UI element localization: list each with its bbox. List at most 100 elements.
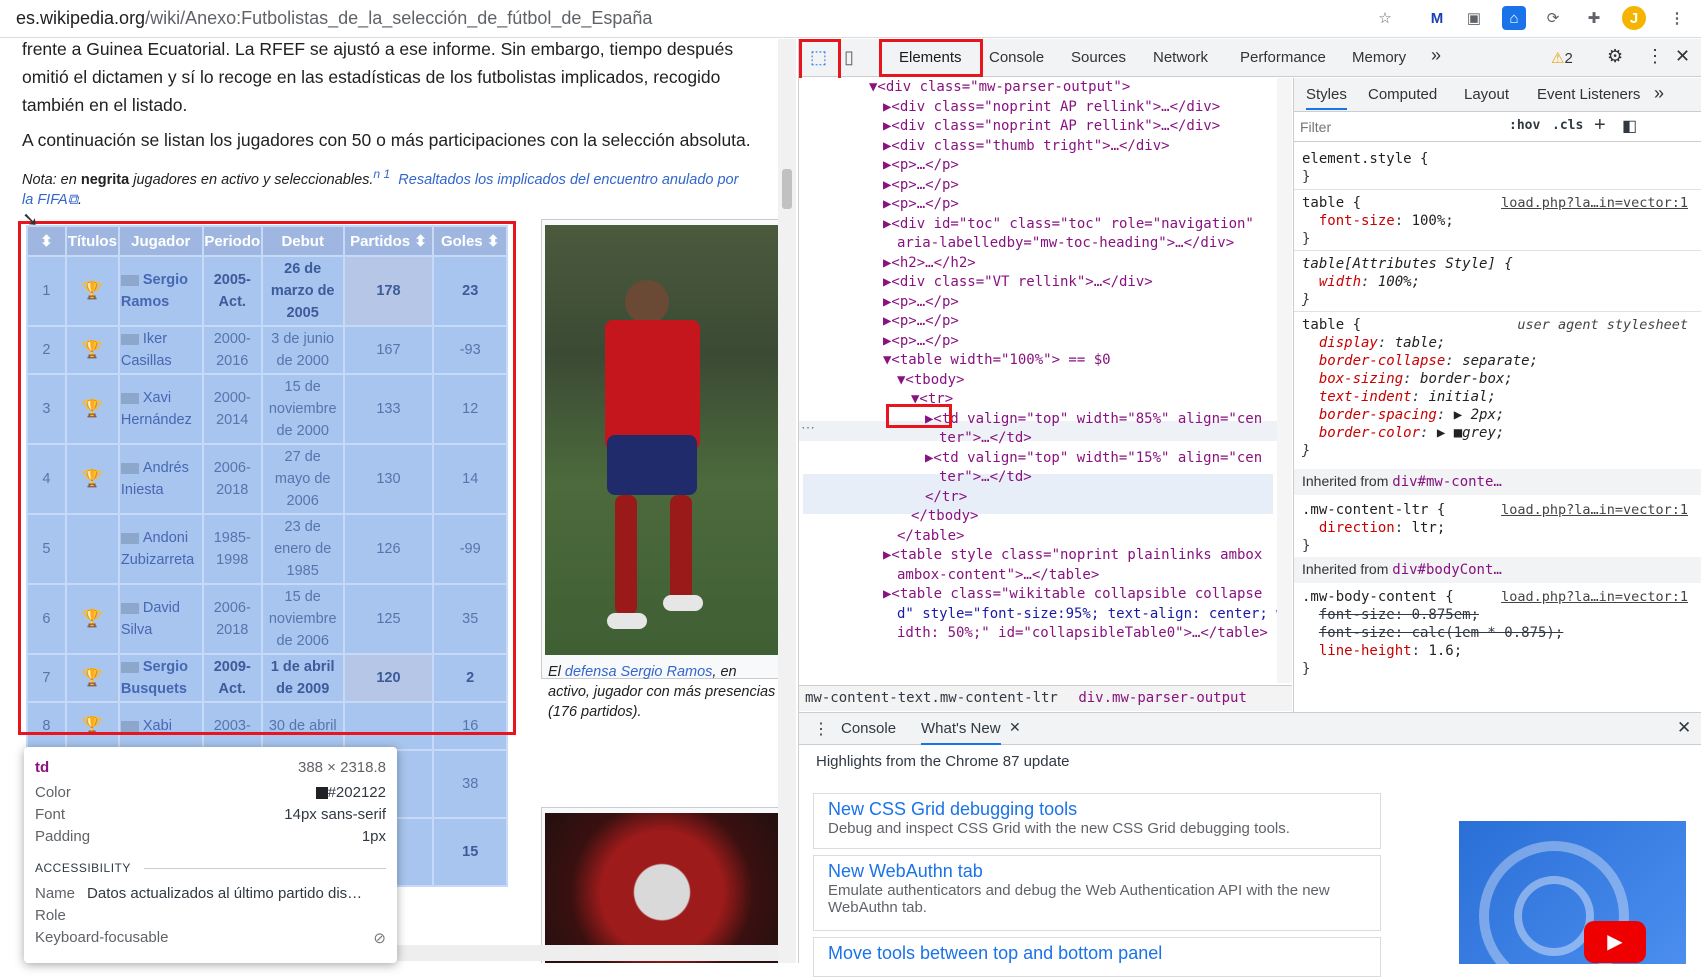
prop-value[interactable]: 100%;	[1412, 213, 1454, 229]
player-link[interactable]: Zubizarreta	[121, 552, 194, 568]
tab-performance[interactable]: Performance	[1240, 49, 1326, 66]
extensions-puzzle-icon[interactable]: ✚	[1582, 6, 1606, 30]
news-card[interactable]: New WebAuthn tab Emulate authenticators a…	[813, 855, 1381, 931]
styles-filter-input[interactable]	[1300, 116, 1500, 138]
play-icon[interactable]: ▶	[1584, 921, 1646, 963]
toggle-sidebar-icon[interactable]: ◧	[1622, 116, 1637, 136]
trophy-photo[interactable]	[545, 813, 778, 963]
dom-node-line[interactable]: ▼<table width="100%"> == $0	[883, 350, 1111, 370]
caption-link[interactable]: defensa Sergio Ramos	[565, 664, 713, 680]
dom-node-line[interactable]: ▶<p>…</p>	[883, 175, 959, 195]
dom-node-line[interactable]: ▼<div class="mw-parser-output">	[869, 78, 1130, 97]
drawer-tab-console[interactable]: Console	[841, 720, 896, 737]
address-bar[interactable]: es.wikipedia.org/wiki/Anexo:Futbolistas_…	[16, 8, 652, 29]
news-card[interactable]: Move tools between top and bottom panel	[813, 937, 1381, 977]
sort-icon[interactable]: ⬍	[410, 233, 427, 250]
sergio-ramos-photo[interactable]	[545, 225, 778, 655]
inherited-node[interactable]: div#bodyCont…	[1392, 562, 1502, 578]
scrollbar-thumb[interactable]	[782, 169, 792, 209]
player-link[interactable]: Xavi	[143, 390, 171, 406]
dom-node-line[interactable]: ▶<div class="VT rellink">…</div>	[883, 272, 1153, 292]
player-link[interactable]: Xabi	[143, 718, 172, 734]
dom-node-line[interactable]: ▶<td valign="top" width="85%" align="cen	[925, 409, 1262, 429]
player-link[interactable]: David	[143, 600, 180, 616]
dom-node-line[interactable]: ▶<div class="thumb tright">…</div>	[883, 136, 1170, 156]
prop-name[interactable]: font-size	[1319, 213, 1395, 229]
drawer-tab-whats-new[interactable]: What's New	[921, 720, 1001, 745]
tab-computed[interactable]: Computed	[1368, 86, 1437, 103]
fifa-link[interactable]: la FIFA	[22, 192, 68, 208]
dom-node-line[interactable]: ▶<div id="toc" class="toc" role="navigat…	[883, 214, 1254, 234]
inherited-node[interactable]: div#mw-conte…	[1392, 474, 1502, 490]
device-toolbar-icon[interactable]: ▯	[844, 47, 854, 68]
player-link[interactable]: Sergio	[143, 659, 188, 675]
tab-network[interactable]: Network	[1153, 49, 1208, 66]
close-devtools-icon[interactable]: ✕	[1675, 46, 1690, 67]
extension-m-icon[interactable]: M	[1425, 6, 1449, 30]
column-header[interactable]: Debut	[260, 225, 345, 257]
settings-gear-icon[interactable]: ⚙	[1607, 46, 1623, 67]
rule-source-link[interactable]: load.php?la…in=vector:1	[1501, 501, 1688, 519]
column-header[interactable]: Partidos ⬍	[342, 225, 435, 257]
tab-memory[interactable]: Memory	[1352, 49, 1406, 66]
breadcrumb-item[interactable]: div.mw-parser-output	[1066, 690, 1247, 706]
fifa-note-link[interactable]: Resaltados los implicados del encuentro …	[398, 172, 738, 188]
dom-node-line[interactable]: </tbody>	[911, 506, 978, 526]
dom-node-line[interactable]: ▶<table class="wikitable collapsible col…	[883, 584, 1262, 604]
dom-node-line[interactable]: ambox-content">…</table>	[897, 565, 1099, 585]
more-tabs-icon[interactable]: »	[1431, 45, 1441, 66]
dom-node-line[interactable]: ▶<p>…</p>	[883, 331, 959, 351]
player-link[interactable]: Andrés	[143, 460, 189, 476]
tab-sources[interactable]: Sources	[1071, 49, 1126, 66]
player-link[interactable]: Iker	[143, 331, 167, 347]
inspect-element-icon[interactable]: ⬚	[810, 47, 827, 68]
ellipsis-icon[interactable]: ⋯	[801, 419, 815, 436]
dom-node-line[interactable]: idth: 50%;" id="collapsibleTable0">…</ta…	[897, 623, 1268, 643]
close-drawer-icon[interactable]: ✕	[1677, 718, 1691, 738]
player-link[interactable]: Iniesta	[121, 482, 164, 498]
prop-name[interactable]: direction	[1319, 520, 1395, 536]
prop-value[interactable]: 1.6;	[1428, 643, 1462, 659]
column-header[interactable]: Títulos	[64, 225, 120, 257]
extension-pocket-icon[interactable]: ▣	[1462, 6, 1486, 30]
column-header[interactable]: Jugador	[117, 225, 204, 257]
player-link[interactable]: Busquets	[121, 681, 187, 697]
tab-styles[interactable]: Styles	[1306, 86, 1347, 110]
breadcrumb-item[interactable]: mw-content-text.mw-content-ltr	[799, 690, 1058, 706]
column-header[interactable]: Periodo	[201, 225, 263, 257]
dom-node-line[interactable]: ▶<p>…</p>	[883, 194, 959, 214]
dom-node-line[interactable]: ▶<td valign="top" width="15%" align="cen	[925, 448, 1262, 468]
card-title[interactable]: New WebAuthn tab	[828, 861, 1366, 882]
tab-layout[interactable]: Layout	[1464, 86, 1509, 103]
dom-node-line[interactable]: ▶<h2>…</h2>	[883, 253, 976, 273]
dom-node-line[interactable]: ▶<table style class="noprint plainlinks …	[883, 545, 1262, 565]
dom-node-line[interactable]: d" style="font-size:95%; text-align: cen…	[897, 604, 1285, 624]
card-title[interactable]: New CSS Grid debugging tools	[828, 799, 1366, 820]
star-bookmark-icon[interactable]: ☆	[1373, 6, 1397, 30]
overridden-prop[interactable]: font-size: calc(1em * 0.875);	[1319, 625, 1563, 641]
prop-value[interactable]: ltr;	[1412, 520, 1446, 536]
more-style-tabs-icon[interactable]: »	[1654, 83, 1664, 104]
devtools-menu-icon[interactable]: ⋮	[1646, 46, 1664, 67]
profile-avatar[interactable]: J	[1622, 6, 1646, 30]
dom-node-line[interactable]: ▶<p>…</p>	[883, 311, 959, 331]
player-link[interactable]: Casillas	[121, 353, 172, 369]
drawer-menu-icon[interactable]: ⋮	[813, 719, 829, 739]
dom-node-line[interactable]: </tr>	[925, 487, 967, 507]
note-footnote-link[interactable]: n 1	[373, 167, 390, 181]
rule-source-link[interactable]: load.php?la…in=vector:1	[1501, 194, 1688, 212]
player-link[interactable]: Ramos	[121, 294, 169, 310]
dom-scrollbar[interactable]	[1277, 78, 1292, 683]
warnings-badge[interactable]: ⚠2	[1551, 49, 1573, 67]
player-link[interactable]: Andoni	[143, 530, 188, 546]
overridden-prop[interactable]: font-size: 0.875em;	[1319, 607, 1479, 623]
column-header[interactable]: Goles ⬍	[432, 225, 508, 257]
tab-console[interactable]: Console	[989, 49, 1044, 66]
hov-toggle[interactable]: :hov	[1509, 118, 1540, 133]
cls-toggle[interactable]: .cls	[1552, 118, 1583, 133]
player-link[interactable]: Hernández	[121, 412, 192, 428]
whats-new-video-thumbnail[interactable]: ▶	[1459, 821, 1686, 964]
extension-translate-icon[interactable]: ⌂	[1502, 6, 1526, 30]
tab-elements[interactable]: Elements	[899, 49, 962, 66]
new-rule-icon[interactable]: +	[1594, 114, 1606, 137]
